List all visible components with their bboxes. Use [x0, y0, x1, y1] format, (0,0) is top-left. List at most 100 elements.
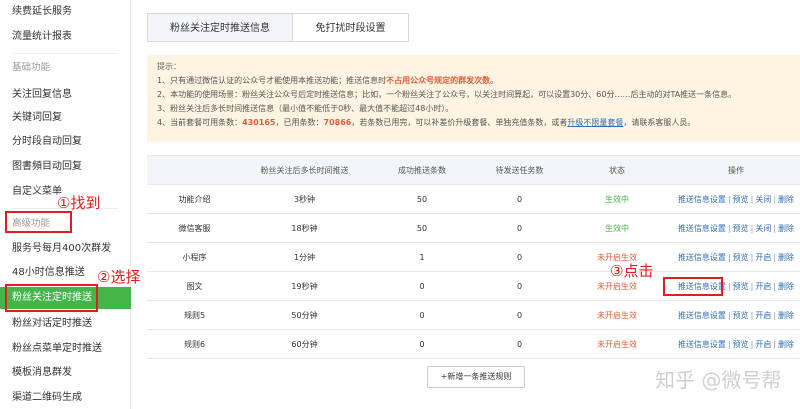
rule-delay: 1分钟 [293, 252, 316, 262]
annotation-box-advanced [5, 211, 72, 233]
push-settings-link[interactable]: 推送信息设置 [678, 194, 726, 205]
rule-pending-count: 0 [516, 310, 523, 320]
upgrade-unlimited-link[interactable]: 升级不限量套餐 [567, 118, 623, 127]
sidebar-item-keyword-reply[interactable]: 关键词回复 [0, 107, 131, 129]
table-row: 规则5 50分钟 0 0 未开启生效 推送信息设置 | 预览 | 开启 | 删除 [147, 301, 800, 330]
toggle-link[interactable]: 开启 [755, 252, 771, 263]
notice-line-4: 4、当前套餐可用条数：430165，已用条数：70866，若条数已用完，可以补差… [157, 118, 696, 127]
annotation-box-push-settings [663, 277, 723, 296]
annotation-box-follow-push [5, 284, 98, 312]
annotation-step2: ②选择 [97, 268, 141, 286]
sidebar-item-follow-reply[interactable]: 关注回复信息 [0, 84, 131, 106]
rule-status: 未开启生效 [597, 310, 637, 320]
notice-line-1: 1、只有通过微信认证的公众号才能使用本推送功能；推送信息时不占用公众号规定的群发… [157, 76, 499, 85]
toggle-link[interactable]: 开启 [755, 281, 771, 292]
sidebar-item-template-broadcast[interactable]: 模板消息群发 [0, 362, 131, 384]
table-row: 规则6 60分钟 0 0 未开启生效 推送信息设置 | 预览 | 开启 | 删除 [147, 330, 800, 359]
rule-name: 规则5 [183, 310, 206, 320]
header-status: 状态 [609, 165, 625, 175]
rule-name: 图文 [186, 281, 203, 291]
annotation-step1: ①找到 [57, 194, 101, 212]
tab-follow-push-info[interactable]: 粉丝关注定时推送信息 [147, 13, 293, 42]
rule-success-count: 0 [419, 310, 425, 320]
sidebar-item-qrcode[interactable]: 渠道二维码生成 [0, 387, 131, 409]
delete-link[interactable]: 删除 [778, 339, 794, 350]
rule-success-count: 50 [416, 194, 428, 204]
notice-title: 提示： [157, 62, 181, 71]
preview-link[interactable]: 预览 [733, 310, 749, 321]
sidebar-group-basic: 基础功能 [12, 62, 51, 73]
delete-link[interactable]: 删除 [778, 281, 794, 292]
rule-name: 功能介绍 [178, 194, 211, 204]
annotation-step3: ③点击 [610, 262, 654, 280]
used-count: 70866 [323, 118, 352, 127]
tab-quiet-hours[interactable]: 免打扰时段设置 [293, 13, 409, 42]
toggle-link[interactable]: 关闭 [755, 194, 771, 205]
rule-delay: 3秒钟 [293, 194, 316, 204]
push-settings-link[interactable]: 推送信息设置 [678, 310, 726, 321]
push-settings-link[interactable]: 推送信息设置 [678, 339, 726, 350]
rule-success-count: 0 [419, 281, 425, 291]
rule-pending-count: 0 [516, 223, 523, 233]
rule-name: 规则6 [183, 339, 206, 349]
rule-actions: 推送信息设置 | 预览 | 开启 | 删除 [677, 252, 795, 263]
table-row: 小程序 1分钟 1 0 未开启生效 推送信息设置 | 预览 | 开启 | 删除 [147, 243, 800, 272]
toggle-link[interactable]: 开启 [755, 339, 771, 350]
table-header: 粉丝关注后多长时间推送 成功推送条数 待发送任务数 状态 操作 [147, 155, 800, 185]
rule-pending-count: 0 [516, 194, 523, 204]
rule-actions: 推送信息设置 | 预览 | 关闭 | 删除 [677, 194, 795, 205]
delete-link[interactable]: 删除 [778, 310, 794, 321]
rule-name: 微信客服 [178, 223, 211, 233]
sidebar-item-news-reply[interactable]: 图書頻目动回复 [0, 156, 131, 178]
delete-link[interactable]: 删除 [778, 194, 794, 205]
rule-actions: 推送信息设置 | 预览 | 开启 | 删除 [677, 310, 795, 321]
sidebar-item-traffic-report[interactable]: 流量统计报表 [0, 26, 131, 48]
toggle-link[interactable]: 开启 [755, 310, 771, 321]
table-row: 功能介绍 3秒钟 50 0 生效中 推送信息设置 | 预览 | 关闭 | 删除 [147, 185, 800, 214]
rule-success-count: 50 [416, 223, 428, 233]
header-success: 成功推送条数 [398, 165, 446, 175]
push-settings-link[interactable]: 推送信息设置 [678, 223, 726, 234]
rule-status: 生效中 [605, 223, 629, 233]
sidebar-item-chat-timed-push[interactable]: 粉丝对话定时推送 [0, 313, 131, 335]
add-push-rule-button[interactable]: +新增一条推送规则 [427, 366, 525, 388]
sidebar-item-timed-reply[interactable]: 分时段自动回复 [0, 131, 131, 153]
rule-pending-count: 0 [516, 252, 523, 262]
rule-actions: 推送信息设置 | 预览 | 关闭 | 删除 [677, 223, 795, 234]
header-actions: 操作 [728, 165, 744, 175]
sidebar-item-renewal[interactable]: 续费延长服务 [0, 1, 131, 23]
preview-link[interactable]: 预览 [733, 252, 749, 263]
rule-delay: 60分钟 [291, 339, 318, 349]
rule-pending-count: 0 [516, 339, 523, 349]
rule-delay: 50分钟 [291, 310, 318, 320]
rule-success-count: 1 [419, 252, 425, 262]
table-row: 微信客服 18秒钟 50 0 生效中 推送信息设置 | 预览 | 关闭 | 删除 [147, 214, 800, 243]
preview-link[interactable]: 预览 [733, 339, 749, 350]
sidebar-divider [12, 53, 118, 54]
tab-bar: 粉丝关注定时推送信息 免打扰时段设置 [147, 13, 409, 42]
toggle-link[interactable]: 关闭 [755, 223, 771, 234]
push-settings-link[interactable]: 推送信息设置 [678, 252, 726, 263]
delete-link[interactable]: 删除 [778, 252, 794, 263]
header-pending: 待发送任务数 [495, 165, 544, 175]
rule-name: 小程序 [182, 252, 207, 262]
push-rules-table: 粉丝关注后多长时间推送 成功推送条数 待发送任务数 状态 操作 功能介绍 3秒钟 5… [147, 155, 800, 359]
notice-line-2: 2、本功能的使用场景：粉丝关注公众号后定时推送信息；比如，一个粉丝关注了公众号，… [157, 90, 737, 99]
sidebar-item-monthly-broadcast[interactable]: 服务号每月400次群发 [0, 238, 131, 260]
rule-status: 未开启生效 [597, 339, 637, 349]
rule-success-count: 0 [419, 339, 425, 349]
sidebar-item-menu-timed-push[interactable]: 粉丝点菜单定时推送 [0, 338, 131, 360]
preview-link[interactable]: 预览 [733, 194, 749, 205]
notice-panel: 提示： 1、只有通过微信认证的公众号才能使用本推送功能；推送信息时不占用公众号规… [147, 55, 800, 142]
preview-link[interactable]: 预览 [733, 223, 749, 234]
header-delay: 粉丝关注后多长时间推送 [260, 165, 349, 175]
delete-link[interactable]: 删除 [778, 223, 794, 234]
rule-pending-count: 0 [516, 281, 523, 291]
preview-link[interactable]: 预览 [733, 281, 749, 292]
notice-line-3: 3、粉丝关注后多长时间推送信息（最小值不能低于0秒、最大值不能超过48小时）。 [157, 104, 454, 113]
rule-delay: 19秒钟 [291, 281, 318, 291]
watermark: 知乎 @微号帮 [655, 368, 782, 392]
rule-status: 生效中 [605, 194, 629, 204]
rule-delay: 18秒钟 [291, 223, 318, 233]
header-name [147, 156, 242, 184]
